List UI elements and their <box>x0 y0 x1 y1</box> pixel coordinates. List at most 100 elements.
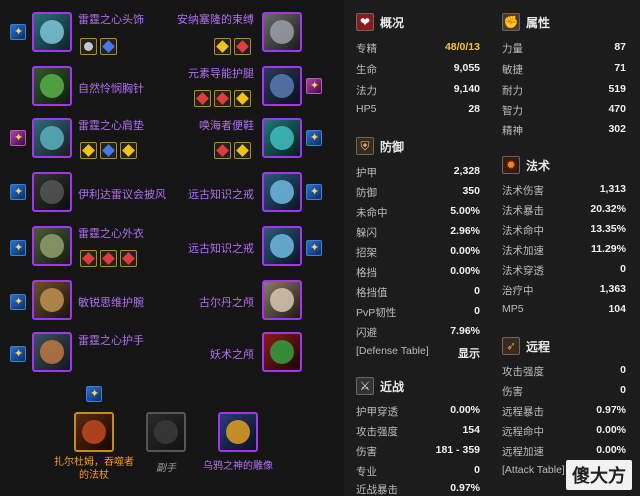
enchant-icon[interactable] <box>10 184 26 200</box>
stat-row: MP5 104 <box>502 303 626 315</box>
ring-slot-icon[interactable] <box>262 226 302 266</box>
stat-row: 智力 470 <box>502 103 626 117</box>
item-name[interactable]: 远古知识之戒 <box>150 186 254 202</box>
wrist-slot-icon[interactable] <box>32 280 72 320</box>
heart-icon: ❤ <box>356 13 374 31</box>
trinket-slot-icon[interactable] <box>262 332 302 372</box>
shoulder-slot-icon[interactable] <box>32 118 72 158</box>
stat-row: 招架 0.00% <box>356 245 480 259</box>
stat-row: 伤害 0 <box>502 384 626 398</box>
item-name[interactable]: 自然怜悯胸针 <box>78 80 144 96</box>
stat-row: 法术伤害 1,313 <box>502 183 626 197</box>
shield-icon: ⛨ <box>356 137 374 155</box>
stat-row: 护甲 2,328 <box>356 165 480 179</box>
stat-row: 耐力 519 <box>502 83 626 97</box>
yellow-gem-icon[interactable] <box>234 142 251 159</box>
back-slot-icon[interactable] <box>32 172 72 212</box>
stat-row: 生命 9,055 <box>356 62 480 76</box>
item-name[interactable]: 远古知识之戒 <box>150 240 254 256</box>
waist-slot-icon[interactable] <box>262 12 302 52</box>
item-name: 副手 <box>156 463 176 474</box>
enchant-icon[interactable] <box>10 240 26 256</box>
red-gem-icon[interactable] <box>80 250 97 267</box>
stat-row: 专业 0 <box>356 464 480 478</box>
relic-slot-icon[interactable] <box>218 412 258 452</box>
watermark-logo: 傻大方 <box>566 460 632 490</box>
item-name[interactable]: 雷霆之心肩垫 <box>78 117 144 133</box>
stats-column-right: ✊ 属性 力量 87 敏捷 71 耐力 519 智力 470 精神 302 ✹ 法术 法术… <box>502 0 626 496</box>
show-defense-table-button[interactable]: 显示 <box>458 345 480 361</box>
stat-row: 法术加速 11.29% <box>502 243 626 257</box>
yellow-gem-icon[interactable] <box>120 142 137 159</box>
item-name[interactable]: 敏锐思维护腕 <box>78 294 144 310</box>
stat-row: 专精 48/0/13 <box>356 41 480 55</box>
trinket-slot-icon[interactable] <box>262 280 302 320</box>
enchant-icon[interactable] <box>86 386 102 402</box>
head-slot-icon[interactable] <box>32 12 72 52</box>
item-name[interactable]: 扎尔杜姆，吞噬者的法杖 <box>54 456 134 482</box>
crossed-swords-icon: ⚔ <box>356 377 374 395</box>
blue-gem-icon[interactable] <box>100 142 117 159</box>
yellow-gem-icon[interactable] <box>80 142 97 159</box>
stat-row: 格挡 0.00% <box>356 265 480 279</box>
legs-slot-icon[interactable] <box>262 66 302 106</box>
item-name[interactable]: 唤海者便鞋 <box>150 117 254 133</box>
chest-slot-icon[interactable] <box>32 226 72 266</box>
stat-row: PvP韧性 0 <box>356 305 480 319</box>
stat-row: 闪避 7.96% <box>356 325 480 339</box>
red-gem-icon[interactable] <box>214 142 231 159</box>
attributes-header: ✊ 属性 <box>502 13 551 31</box>
stat-row: 精神 302 <box>502 123 626 137</box>
stat-row: 未命中 5.00% <box>356 205 480 219</box>
enchant-icon[interactable] <box>306 130 322 146</box>
stat-row: 远程命中 0.00% <box>502 424 626 438</box>
stat-row: 远程暴击 0.97% <box>502 404 626 418</box>
stat-row: 治疗中 1,363 <box>502 283 626 297</box>
item-name[interactable]: 雷霆之心外衣 <box>78 225 144 241</box>
fist-icon: ✊ <box>502 13 520 31</box>
item-name[interactable]: 雷霆之心头饰 <box>78 11 144 27</box>
item-name[interactable]: 妖术之颅 <box>150 346 254 362</box>
stat-row: 法术命中 13.35% <box>502 223 626 237</box>
equipment-panel: 雷霆之心头饰 自然怜悯胸针 雷霆之心肩垫 伊利达雷议会披风 雷霆之心外衣 敏锐思… <box>0 0 344 496</box>
item-name[interactable]: 元素导能护腿 <box>150 65 254 81</box>
main-hand-slot-icon[interactable] <box>74 412 114 452</box>
stats-column-left: ❤ 概况 专精 48/0/13 生命 9,055 法力 9,140 HP5 28 ⛨ 防… <box>356 0 480 496</box>
hands-slot-icon[interactable] <box>32 332 72 372</box>
enchant-icon[interactable] <box>10 24 26 40</box>
yellow-gem-icon[interactable] <box>234 90 251 107</box>
yellow-gem-icon[interactable] <box>214 38 231 55</box>
stat-row: 攻击强度 154 <box>356 424 480 438</box>
red-gem-icon[interactable] <box>120 250 137 267</box>
bow-icon: ➶ <box>502 337 520 355</box>
enchant-icon[interactable] <box>306 240 322 256</box>
enchant-icon[interactable] <box>306 78 322 94</box>
off-hand-slot-icon[interactable] <box>146 412 186 452</box>
item-name[interactable]: 古尔丹之颅 <box>150 294 254 310</box>
item-name[interactable]: 安纳塞隆的束缚 <box>150 11 254 27</box>
enchant-icon[interactable] <box>10 130 26 146</box>
stat-row: 敏捷 71 <box>502 62 626 76</box>
enchant-icon[interactable] <box>306 184 322 200</box>
item-name[interactable]: 乌鸦之神的雕像 <box>198 460 278 473</box>
defense-header: ⛨ 防御 <box>356 134 404 158</box>
red-gem-icon[interactable] <box>214 90 231 107</box>
red-gem-icon[interactable] <box>100 250 117 267</box>
enchant-icon[interactable] <box>10 294 26 310</box>
neck-slot-icon[interactable] <box>32 66 72 106</box>
melee-header: ⚔ 近战 <box>356 374 404 398</box>
enchant-icon[interactable] <box>10 346 26 362</box>
ring-slot-icon[interactable] <box>262 172 302 212</box>
stat-row: 防御 350 <box>356 185 480 199</box>
stat-row: HP5 28 <box>356 103 480 115</box>
item-name[interactable]: 雷霆之心护手 <box>78 332 144 348</box>
red-gem-icon[interactable] <box>194 90 211 107</box>
stat-row: 格挡值 0 <box>356 285 480 299</box>
stat-row: 近战暴击 0.97% <box>356 482 480 496</box>
stat-row: 躲闪 2.96% <box>356 225 480 239</box>
blue-gem-icon[interactable] <box>100 38 117 55</box>
stat-row: 伤害 181 - 359 <box>356 444 480 458</box>
feet-slot-icon[interactable] <box>262 118 302 158</box>
meta-gem-icon[interactable] <box>80 38 97 55</box>
red-gem-icon[interactable] <box>234 38 251 55</box>
